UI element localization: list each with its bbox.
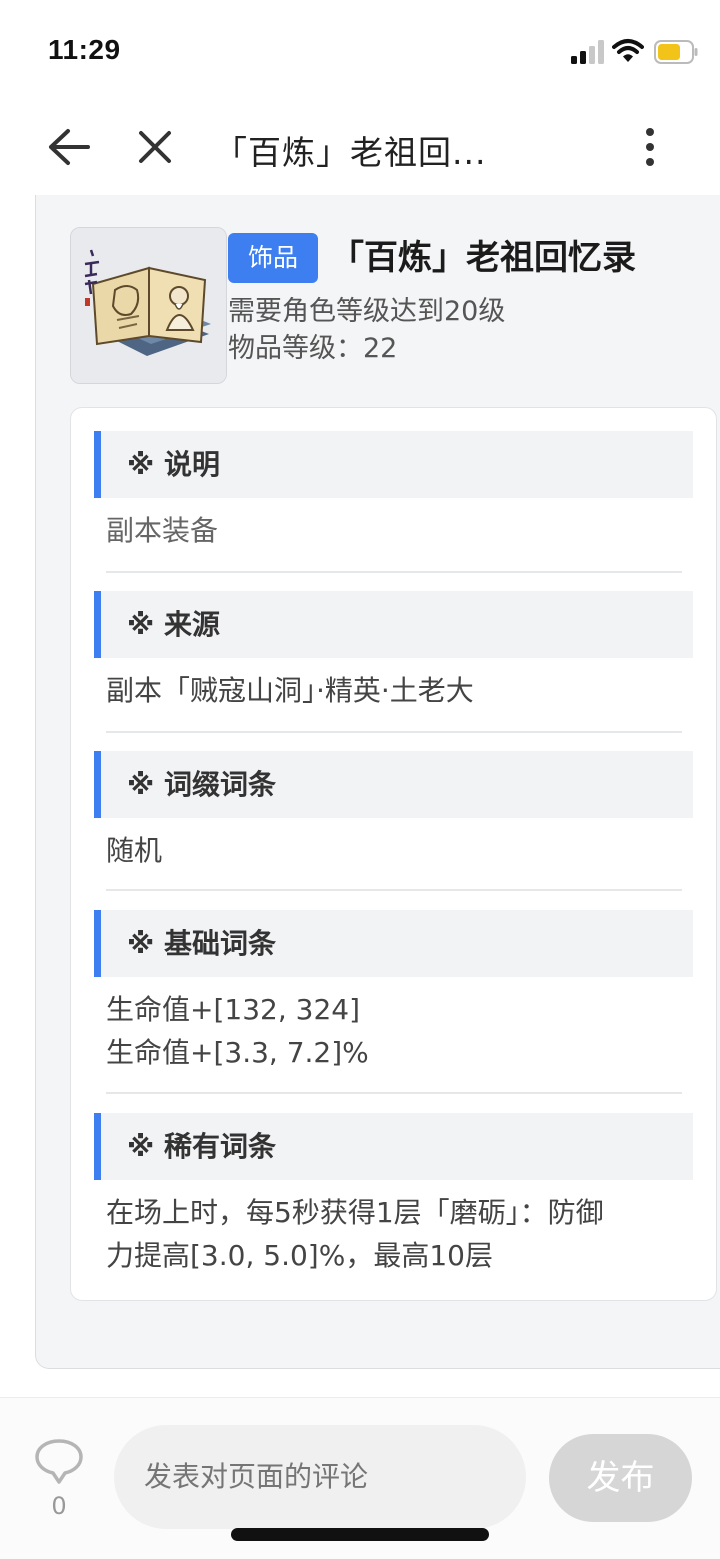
divider xyxy=(106,1092,682,1094)
item-name: 「百炼」老祖回忆录 xyxy=(330,238,636,278)
item-level: 物品等级：22 xyxy=(228,333,398,364)
item-thumbnail xyxy=(70,227,227,384)
home-indicator xyxy=(231,1528,489,1541)
section-title: ※ 说明 xyxy=(127,448,220,481)
section-text: 随机 xyxy=(106,834,163,867)
battery-icon xyxy=(654,40,698,64)
section-text: 生命值+[132, 324] xyxy=(106,993,360,1026)
ancient-book-icon xyxy=(71,228,226,383)
close-icon[interactable] xyxy=(134,126,176,168)
comment-bubble-icon[interactable] xyxy=(33,1437,85,1485)
wifi-icon xyxy=(612,39,644,62)
divider xyxy=(106,571,682,573)
section-title: ※ 词缀词条 xyxy=(127,768,276,801)
section-text: 在场上时，每5秒获得1层「磨砺」：防御 xyxy=(106,1196,604,1229)
divider xyxy=(106,889,682,891)
section-title: ※ 来源 xyxy=(127,608,220,641)
section-header-description: ※ 说明 xyxy=(94,431,693,498)
page-title: 「百炼」老祖回... xyxy=(214,133,487,172)
section-text: 副本装备 xyxy=(106,514,219,547)
section-title: ※ 稀有词条 xyxy=(127,1130,276,1163)
divider xyxy=(106,731,682,733)
status-bar: 11:29 xyxy=(0,0,720,100)
section-header-base-stats: ※ 基础词条 xyxy=(94,910,693,977)
status-time: 11:29 xyxy=(48,34,121,65)
section-header-rare-stats: ※ 稀有词条 xyxy=(94,1113,693,1180)
comment-count: 0 xyxy=(51,1492,67,1520)
comment-input[interactable] xyxy=(114,1425,526,1529)
section-text: 力提高[3.0, 5.0]%，最高10层 xyxy=(106,1239,493,1272)
publish-button[interactable]: 发布 xyxy=(549,1434,692,1522)
navigation-bar: 「百炼」老祖回... xyxy=(0,100,720,195)
section-title: ※ 基础词条 xyxy=(127,927,276,960)
item-requirement: 需要角色等级达到20级 xyxy=(228,296,506,327)
section-text: 副本「贼寇山洞」·精英·土老大 xyxy=(106,674,474,707)
section-text: 生命值+[3.3, 7.2]% xyxy=(106,1036,369,1069)
back-arrow-icon[interactable] xyxy=(46,126,92,168)
cellular-signal-icon xyxy=(571,40,604,64)
more-options-icon[interactable] xyxy=(634,124,666,170)
item-category-tag: 饰品 xyxy=(228,233,318,283)
section-header-source: ※ 来源 xyxy=(94,591,693,658)
section-header-affix: ※ 词缀词条 xyxy=(94,751,693,818)
